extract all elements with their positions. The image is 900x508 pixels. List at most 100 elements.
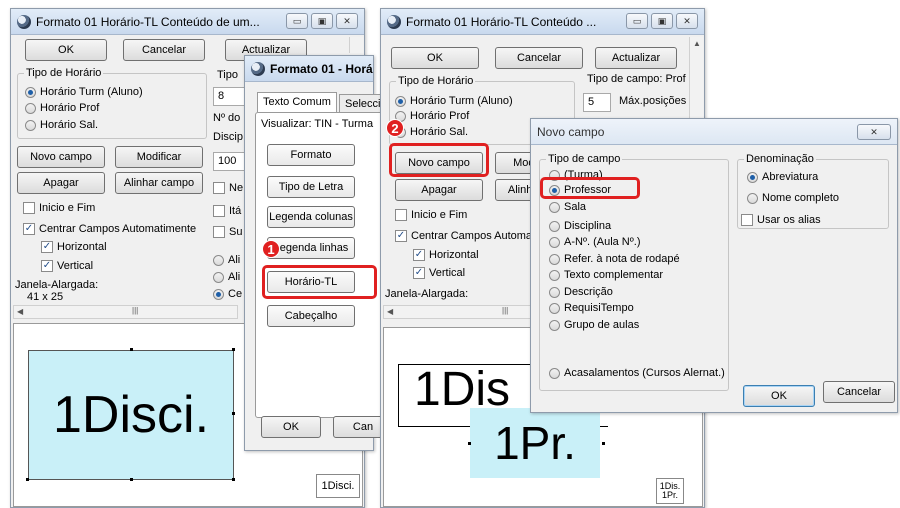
resize-handle[interactable] <box>468 442 471 445</box>
scroll-up-icon[interactable]: ▲ <box>693 39 701 48</box>
ali-radio-1[interactable]: Ali <box>213 254 240 266</box>
cabecalho-button[interactable]: Cabeçalho <box>267 305 355 327</box>
resize-handle[interactable] <box>232 348 235 351</box>
discip-field[interactable]: 100 <box>213 152 247 171</box>
app-icon <box>387 14 401 29</box>
inicio-fim-checkbox[interactable]: Inicio e Fim <box>395 209 467 221</box>
radio-icon <box>213 288 224 300</box>
resize-handle[interactable] <box>602 442 605 445</box>
ok-button[interactable]: OK <box>25 39 107 61</box>
ita-checkbox[interactable]: Itá <box>213 205 241 217</box>
left-window-title: Formato 01 Horário-TL Conteúdo de um... <box>36 14 260 29</box>
vertical-checkbox[interactable]: ✓ Vertical <box>41 260 93 272</box>
ne-checkbox[interactable]: Ne <box>213 182 243 194</box>
formato-button[interactable]: Formato <box>267 144 355 166</box>
option-nome-completo[interactable]: Nome completo <box>747 192 839 204</box>
close-icon[interactable]: ✕ <box>676 13 698 29</box>
apagar-button[interactable]: Apagar <box>395 179 483 201</box>
centrar-checkbox[interactable]: ✓ Centrar Campos Automatimente <box>23 223 196 235</box>
tab-texto-comum[interactable]: Texto Comum <box>257 92 337 112</box>
maximize-icon[interactable]: ▣ <box>311 13 333 29</box>
novo-campo-button[interactable]: Novo campo <box>17 146 105 168</box>
scroll-left-icon[interactable]: ◀ <box>17 307 23 316</box>
horizontal-checkbox[interactable]: ✓ Horizontal <box>41 241 107 253</box>
modificar-button[interactable]: Modificar <box>115 146 203 168</box>
close-icon[interactable]: ✕ <box>336 13 358 29</box>
horizontal-checkbox[interactable]: ✓ Horizontal <box>413 249 479 261</box>
minimize-icon[interactable]: ▭ <box>626 13 648 29</box>
apagar-button[interactable]: Apagar <box>17 172 105 194</box>
close-icon[interactable]: ✕ <box>857 124 891 140</box>
radio-label: Descrição <box>564 286 613 298</box>
option-acasalamentos[interactable]: Acasalamentos (Cursos Alernat.) <box>549 367 725 379</box>
highlight-horario-tl <box>262 265 377 299</box>
vertical-scrollbar[interactable]: ▲ <box>689 37 703 127</box>
tipo-field[interactable]: 8 <box>213 87 247 106</box>
radio-label: RequisiTempo <box>564 302 634 314</box>
minimize-icon[interactable]: ▭ <box>286 13 308 29</box>
vertical-scrollbar[interactable] <box>349 37 363 53</box>
radio-label: Sala <box>564 201 587 213</box>
alinhar-campo-button[interactable]: Alinhar campo <box>115 172 203 194</box>
horizontal-scrollbar[interactable]: ◀ ||| <box>13 305 238 319</box>
radio-horario-turm[interactable]: Horário Turm (Aluno) <box>25 86 143 98</box>
novo-cancelar-button[interactable]: Cancelar <box>823 381 895 403</box>
inicio-fim-checkbox[interactable]: Inicio e Fim <box>23 202 95 214</box>
option-abreviatura[interactable]: Abreviatura <box>747 171 818 183</box>
ce-radio[interactable]: Ce <box>213 288 242 300</box>
usar-alias-checkbox[interactable]: Usar os alias <box>741 214 821 226</box>
option-aula-n[interactable]: A-Nº. (Aula Nº.) <box>549 236 641 248</box>
option-descricao[interactable]: Descrição <box>549 286 613 298</box>
centrar-checkbox[interactable]: ✓ Centrar Campos Automat <box>395 230 535 242</box>
radio-label: Horário Prof <box>40 102 100 114</box>
radio-icon <box>25 119 36 131</box>
ok-button[interactable]: OK <box>391 47 479 69</box>
vertical-checkbox[interactable]: ✓ Vertical <box>413 267 465 279</box>
cell-professor[interactable]: 1Pr. <box>470 408 600 478</box>
resize-handle[interactable] <box>26 478 29 481</box>
radio-icon <box>25 102 36 114</box>
radio-horario-sal[interactable]: Horário Sal. <box>395 126 468 138</box>
horizontal-scrollbar[interactable]: ◀ ||| <box>383 305 543 319</box>
scroll-left-icon[interactable]: ◀ <box>387 307 393 316</box>
radio-icon <box>549 236 560 248</box>
highlight-professor <box>540 177 640 199</box>
resize-handle[interactable] <box>232 412 235 415</box>
cancelar-button[interactable]: Cancelar <box>495 47 583 69</box>
dialog-ok-button[interactable]: OK <box>261 416 321 438</box>
posicao-field[interactable]: 5 <box>583 93 611 112</box>
tipo-campo-label: Tipo de campo <box>546 153 623 165</box>
checkbox-label: Centrar Campos Automatimente <box>39 223 197 235</box>
cancelar-button[interactable]: Cancelar <box>123 39 205 61</box>
dims-label: 41 x 25 <box>27 291 64 303</box>
checkbox-label: Su <box>229 226 243 238</box>
resize-handle[interactable] <box>232 478 235 481</box>
legenda-colunas-button[interactable]: Legenda colunas <box>267 206 355 228</box>
novo-ok-button[interactable]: OK <box>743 385 815 407</box>
resize-handle[interactable] <box>130 478 133 481</box>
option-sala[interactable]: Sala <box>549 201 586 213</box>
checkbox-label: Vertical <box>57 260 94 272</box>
cell-disciplina[interactable]: 1Disci. <box>28 350 234 480</box>
radio-horario-sal[interactable]: Horário Sal. <box>25 119 98 131</box>
option-disciplina[interactable]: Disciplina <box>549 220 611 232</box>
option-nota-rodape[interactable]: Refer. à nota de rodapé <box>549 253 680 265</box>
radio-horario-turm[interactable]: Horário Turm (Aluno) <box>395 95 513 107</box>
option-grupo-aulas[interactable]: Grupo de aulas <box>549 319 639 331</box>
novo-campo-title-bar: Novo campo ✕ <box>531 119 897 145</box>
resize-handle[interactable] <box>130 348 133 351</box>
checkbox-icon <box>213 182 225 194</box>
option-texto-complementar[interactable]: Texto complementar <box>549 269 663 281</box>
janela-label: Janela-Alargada: <box>385 288 469 300</box>
legenda-linhas-button[interactable]: Legenda linhas <box>267 237 355 259</box>
tipo-de-letra-button[interactable]: Tipo de Letra <box>267 176 355 198</box>
su-checkbox[interactable]: Su <box>213 226 242 238</box>
option-requisitempo[interactable]: RequisiTempo <box>549 302 634 314</box>
radio-icon <box>747 171 758 183</box>
maximize-icon[interactable]: ▣ <box>651 13 673 29</box>
actualizar-button[interactable]: Actualizar <box>595 47 677 69</box>
ali-radio-2[interactable]: Ali <box>213 271 240 283</box>
radio-horario-prof[interactable]: Horário Prof <box>25 102 99 114</box>
right-window-title: Formato 01 Horário-TL Conteúdo ... <box>406 14 597 29</box>
radio-horario-prof[interactable]: Horário Prof <box>395 110 469 122</box>
